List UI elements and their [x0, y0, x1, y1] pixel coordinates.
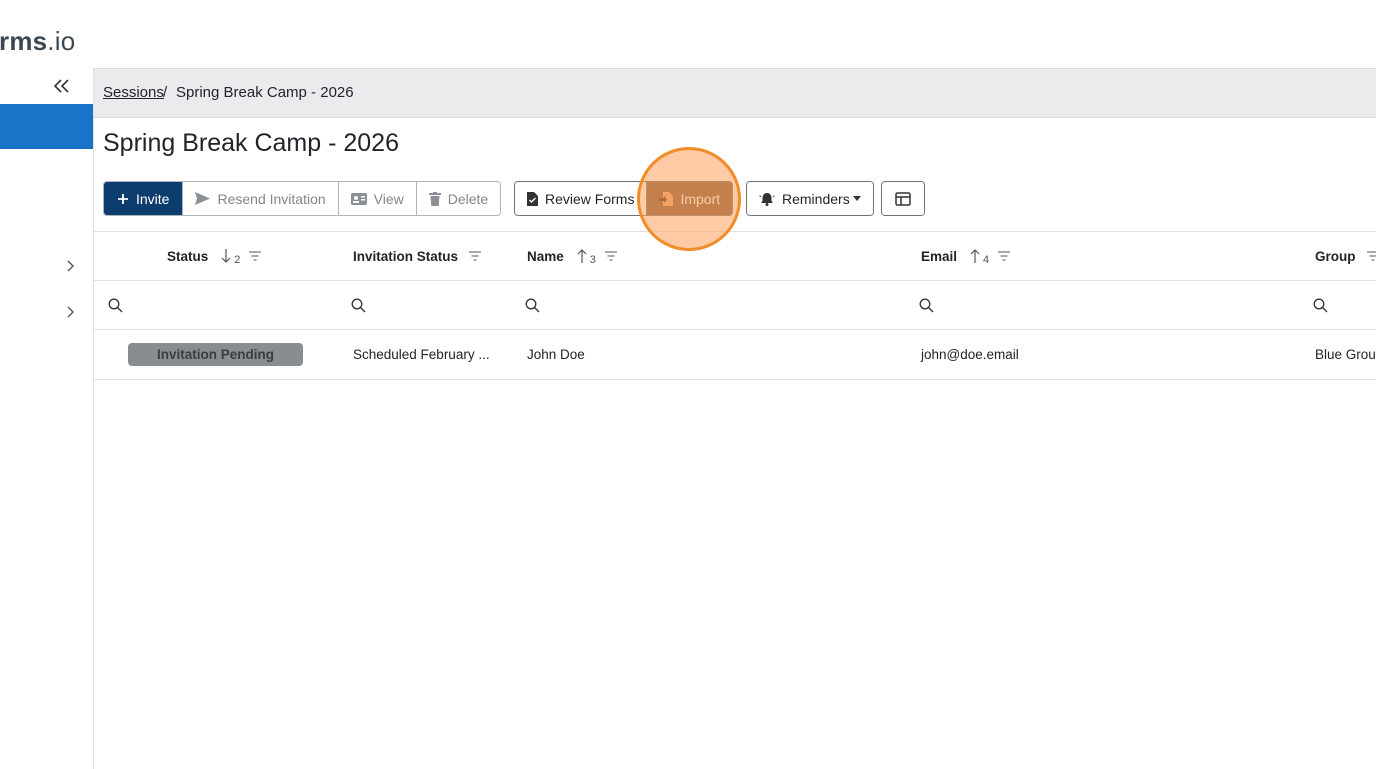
- layout-icon: [895, 191, 911, 206]
- delete-label: Delete: [447, 190, 489, 207]
- top-bar: rms.io: [0, 0, 1376, 68]
- logo-light-text: .io: [47, 26, 76, 56]
- column-label: Group: [1315, 248, 1356, 264]
- layout-toggle[interactable]: [881, 181, 925, 216]
- column-header-invitation-status[interactable]: Invitation Status: [353, 232, 482, 280]
- filter-icon[interactable]: [248, 250, 262, 262]
- sort-asc-icon: [970, 249, 980, 263]
- sidebar-active-item[interactable]: [0, 104, 93, 149]
- reminders-button[interactable]: Reminders: [747, 182, 873, 215]
- sort-order: 3: [589, 254, 596, 266]
- search-icon: [1313, 298, 1328, 312]
- import-label: Import: [680, 190, 721, 207]
- name-cell: John Doe: [527, 347, 585, 362]
- column-header-name[interactable]: Name 3: [527, 232, 618, 280]
- delete-button[interactable]: Delete: [416, 182, 501, 215]
- filter-search-invitation-status[interactable]: [351, 281, 366, 329]
- column-label: Invitation Status: [353, 248, 459, 264]
- resend-invitation-button[interactable]: Resend Invitation: [183, 182, 339, 215]
- logo-bold-text: rms: [0, 26, 48, 56]
- sort-desc-icon: [221, 249, 231, 263]
- invitation-status-cell: Scheduled February ...: [353, 347, 490, 362]
- search-icon: [919, 298, 934, 312]
- column-header-email[interactable]: Email 4: [921, 232, 1011, 280]
- column-label: Name: [527, 248, 564, 264]
- view-label: View: [373, 190, 404, 207]
- sort-order: 4: [983, 254, 990, 266]
- review-forms-label: Review Forms: [545, 190, 635, 207]
- chevron-right-icon[interactable]: [62, 304, 78, 320]
- reminders-label: Reminders: [782, 190, 850, 207]
- review-forms-button[interactable]: Review Forms: [515, 182, 648, 215]
- forms-button-group: Review Forms Import: [514, 181, 734, 216]
- view-button[interactable]: View: [338, 182, 417, 215]
- column-label: Status: [167, 248, 209, 264]
- invite-label: Invite: [136, 190, 170, 207]
- filter-search-group[interactable]: [1313, 281, 1328, 329]
- invite-button[interactable]: Invite: [104, 182, 184, 215]
- resend-invitation-label: Resend Invitation: [217, 190, 326, 207]
- import-button[interactable]: Import: [647, 182, 733, 215]
- id-card-icon: [350, 192, 367, 205]
- caret-down-icon: [852, 196, 861, 201]
- table-header-row: Status 2 Invitation Status Name 3 Email …: [94, 231, 1376, 281]
- filter-icon[interactable]: [997, 250, 1011, 262]
- status-cell: Invitation Pending: [128, 330, 303, 379]
- app-logo[interactable]: rms.io: [0, 26, 75, 57]
- sort-asc-icon: [577, 249, 587, 263]
- status-badge: Invitation Pending: [128, 343, 303, 366]
- layout-button[interactable]: [882, 182, 924, 215]
- filter-search-email[interactable]: [919, 281, 934, 329]
- column-label: Email: [921, 248, 958, 264]
- chevron-right-icon[interactable]: [62, 258, 78, 274]
- group-cell: Blue Grou: [1315, 347, 1376, 362]
- plus-icon: [118, 193, 128, 204]
- bell-ringing-icon: [759, 192, 775, 206]
- column-header-group[interactable]: Group: [1315, 232, 1376, 280]
- breadcrumb: Sessions / Spring Break Camp - 2026: [94, 68, 1376, 118]
- filter-icon[interactable]: [468, 250, 482, 262]
- page-title: Spring Break Camp - 2026: [103, 129, 399, 157]
- filter-icon[interactable]: [1366, 250, 1376, 262]
- file-check-icon: [527, 191, 538, 206]
- main-content: Sessions / Spring Break Camp - 2026 Spri…: [94, 68, 1376, 769]
- breadcrumb-sessions-link[interactable]: Sessions: [103, 84, 164, 101]
- trash-icon: [428, 191, 441, 206]
- collapse-sidebar-icon[interactable]: [50, 74, 74, 98]
- filter-search-status[interactable]: [108, 281, 123, 329]
- breadcrumb-separator: /: [163, 84, 168, 101]
- breadcrumb-current: Spring Break Camp - 2026: [176, 84, 354, 101]
- file-import-icon: [659, 191, 674, 206]
- sort-order: 2: [234, 254, 241, 266]
- sidebar: [0, 68, 94, 769]
- email-cell: john@doe.email: [921, 347, 1019, 362]
- search-icon: [108, 298, 123, 312]
- filter-search-name[interactable]: [525, 281, 540, 329]
- action-button-group: Invite Resend Invitation View Delete: [103, 181, 502, 216]
- filter-icon[interactable]: [604, 250, 618, 262]
- table-row[interactable]: Invitation Pending Scheduled February ..…: [94, 330, 1376, 380]
- reminders-dropdown[interactable]: Reminders: [746, 181, 874, 216]
- table-filter-row: [94, 281, 1376, 330]
- send-icon: [195, 192, 211, 205]
- search-icon: [351, 298, 366, 312]
- search-icon: [525, 298, 540, 312]
- column-header-status[interactable]: Status 2: [167, 232, 262, 280]
